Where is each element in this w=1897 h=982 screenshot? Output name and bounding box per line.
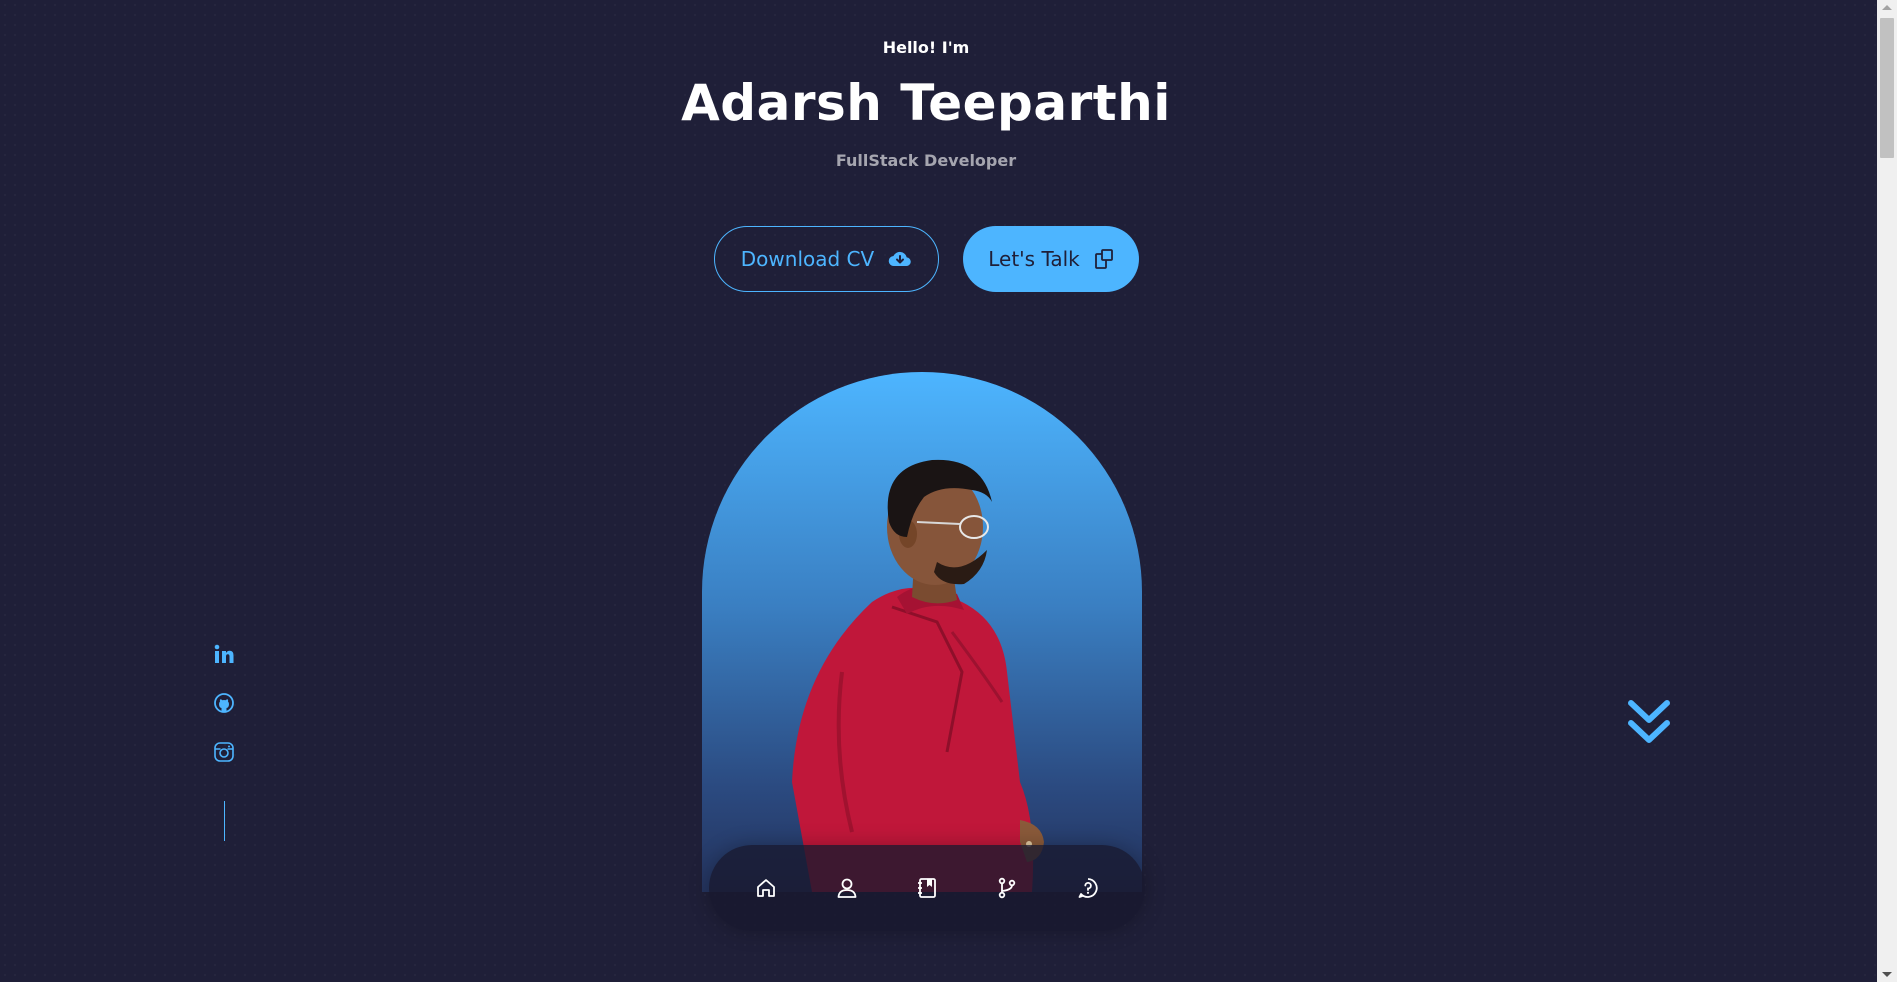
copy-icon xyxy=(1094,248,1114,270)
scroll-down-link[interactable] xyxy=(1625,697,1673,747)
instagram-link[interactable] xyxy=(212,740,236,764)
portfolio-page: Hello! I'm Adarsh Teeparthi FullStack De… xyxy=(0,0,1877,982)
greeting-text: Hello! I'm xyxy=(882,38,970,57)
nav-experience-link[interactable] xyxy=(904,865,950,911)
linkedin-icon xyxy=(214,644,234,663)
github-link[interactable] xyxy=(212,691,236,715)
profile-photo xyxy=(792,459,1044,892)
user-icon xyxy=(837,878,857,898)
github-icon xyxy=(214,693,234,713)
bottom-nav xyxy=(709,845,1145,931)
role-subtitle: FullStack Developer xyxy=(835,151,1017,170)
linkedin-link[interactable] xyxy=(212,642,236,666)
profile-photo-frame xyxy=(702,372,1142,892)
download-cv-label: Download CV xyxy=(740,247,875,271)
help-icon xyxy=(1078,878,1098,898)
social-links xyxy=(211,642,237,841)
nav-projects-link[interactable] xyxy=(984,865,1030,911)
social-divider-line xyxy=(223,801,225,841)
scrollbar-thumb[interactable] xyxy=(1880,18,1894,158)
cloud-download-icon xyxy=(888,249,912,269)
notebook-icon xyxy=(917,878,936,898)
scroll-down-arrow-icon[interactable] xyxy=(1882,972,1892,977)
instagram-icon xyxy=(214,742,234,762)
download-cv-button[interactable]: Download CV xyxy=(714,226,939,292)
page-scrollbar[interactable] xyxy=(1877,0,1897,982)
scroll-up-arrow-icon[interactable] xyxy=(1882,5,1892,10)
page-title: Adarsh Teeparthi xyxy=(681,74,1171,132)
nav-about-link[interactable] xyxy=(824,865,870,911)
git-branch-icon xyxy=(999,877,1016,899)
nav-home-link[interactable] xyxy=(743,865,789,911)
nav-contact-link[interactable] xyxy=(1065,865,1111,911)
home-icon xyxy=(757,879,776,897)
lets-talk-label: Let's Talk xyxy=(988,247,1080,271)
chevron-double-down-icon xyxy=(1628,700,1670,743)
lets-talk-button[interactable]: Let's Talk xyxy=(963,226,1139,292)
